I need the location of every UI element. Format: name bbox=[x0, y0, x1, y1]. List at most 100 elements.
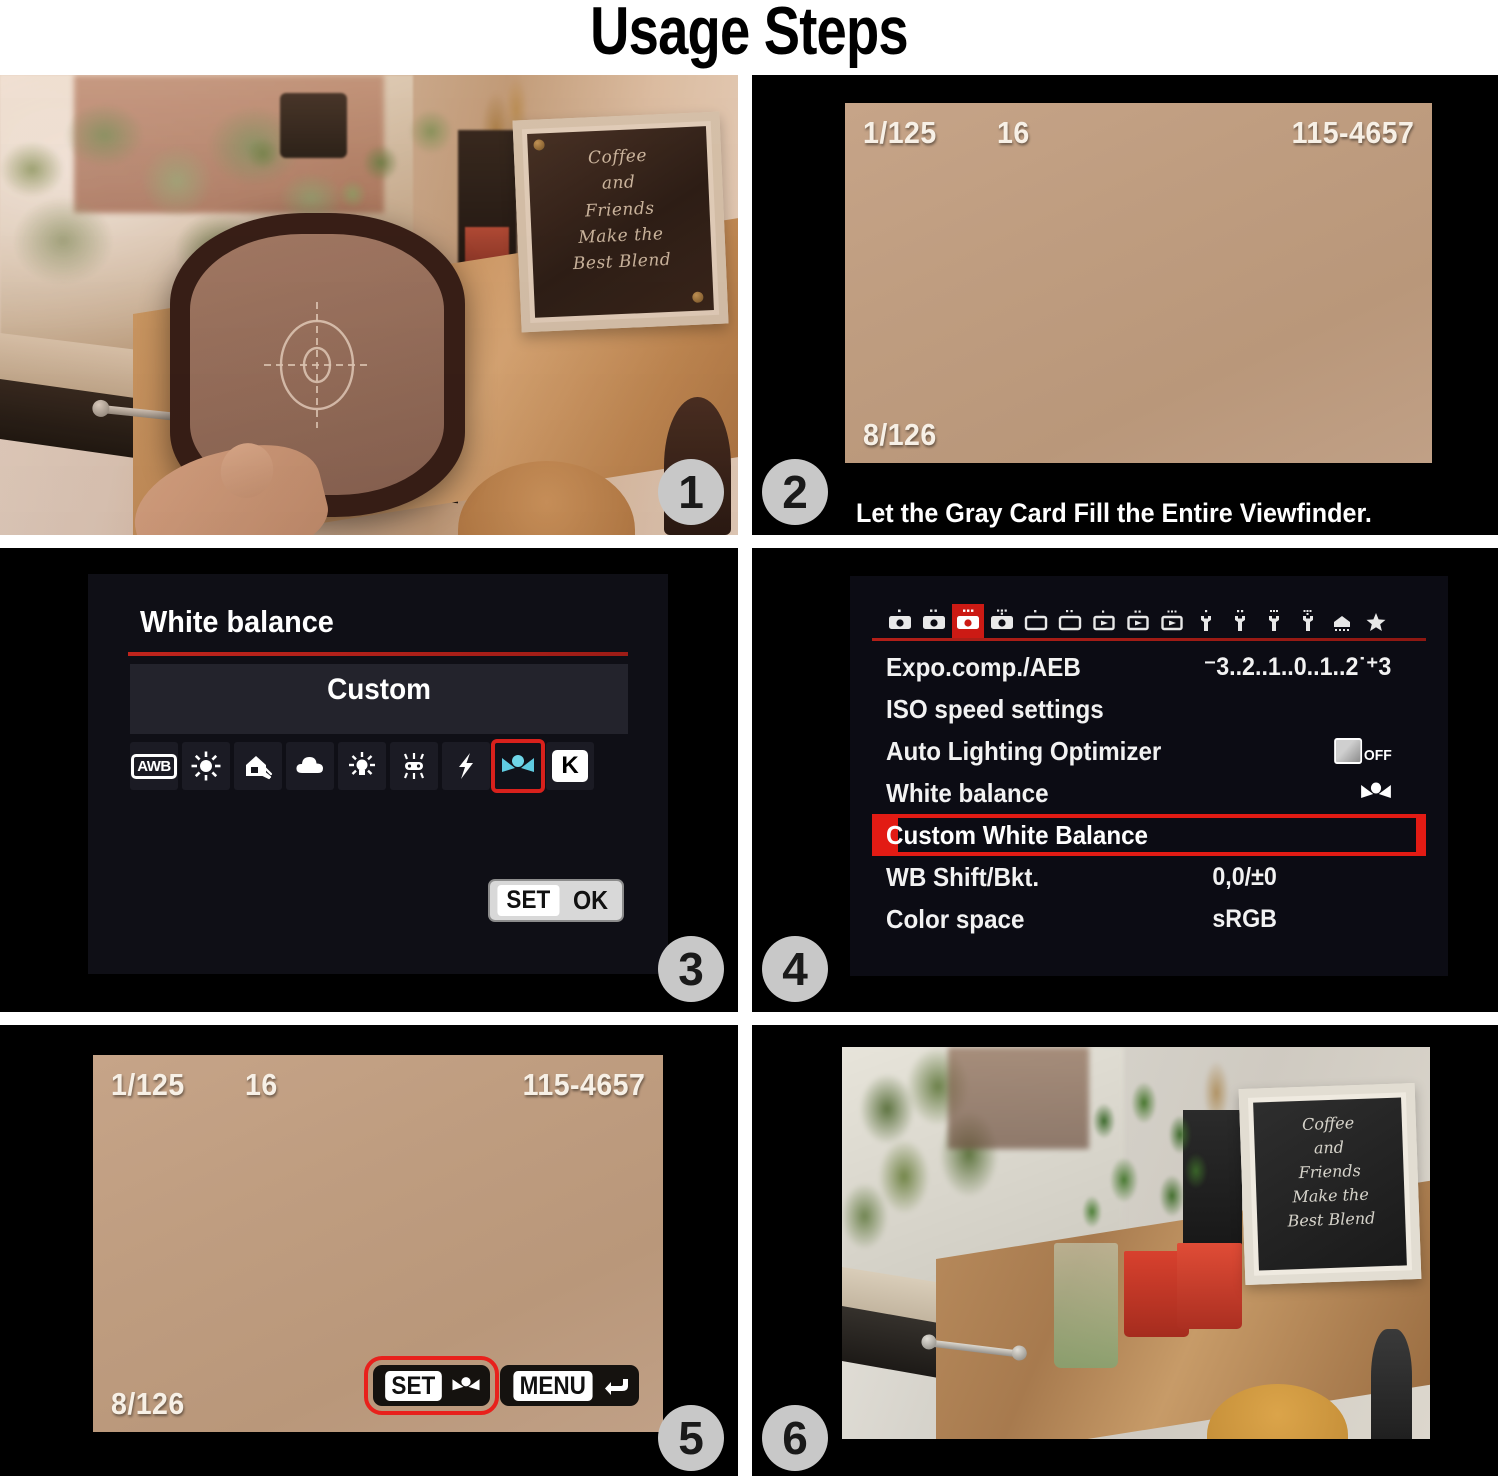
wrench-icon bbox=[1269, 610, 1279, 631]
setup-tab-1[interactable] bbox=[1190, 604, 1222, 638]
step-badge-4: 4 bbox=[762, 936, 828, 1002]
menu-back-button[interactable]: MENU bbox=[500, 1365, 639, 1406]
crosshair-target-icon bbox=[264, 301, 371, 428]
playback-icon bbox=[1127, 610, 1149, 631]
shade-icon bbox=[246, 756, 273, 780]
camera-icon bbox=[1058, 610, 1082, 631]
flash-icon bbox=[459, 753, 473, 779]
corrected-result-photo: Coffee and Friends Make the Best Blend bbox=[842, 1047, 1430, 1439]
menu-key-label: MENU bbox=[513, 1370, 593, 1401]
menu-row-color-space[interactable]: Color space sRGB bbox=[872, 898, 1426, 940]
setup-tab-4[interactable] bbox=[1292, 604, 1324, 638]
menu-label-color-space: Color space bbox=[886, 903, 1025, 934]
custom-functions-icon bbox=[1334, 616, 1350, 631]
viewfinder-screen-5: 1/125 16 115-4657 8/126 SET MENU bbox=[0, 1025, 738, 1476]
shooting-tab-2[interactable] bbox=[918, 604, 950, 638]
step-badge-3: 3 bbox=[658, 936, 724, 1002]
custom-white-balance-icon bbox=[1361, 782, 1391, 798]
viewfinder-button-row: SET MENU bbox=[363, 1356, 639, 1415]
menu-value-wb-shift: 0,0/±0 bbox=[1212, 862, 1277, 891]
wrench-icon bbox=[1303, 610, 1313, 631]
camera-icon bbox=[991, 609, 1013, 629]
white-balance-value-box: Custom bbox=[130, 664, 628, 734]
usage-steps-infographic: Usage Steps Coffee and Friends Make the … bbox=[0, 0, 1498, 1476]
chalkboard-text: Coffee and Friends Make the Best Blend bbox=[572, 146, 672, 275]
wrench-icon bbox=[1201, 610, 1211, 631]
tungsten-icon-cell[interactable] bbox=[338, 742, 386, 790]
shooting-tab-5[interactable] bbox=[1020, 604, 1052, 638]
color-temperature-k-icon-cell[interactable]: K bbox=[546, 742, 594, 790]
glass-jar-vase bbox=[1053, 1243, 1119, 1369]
setup-tab-2[interactable] bbox=[1224, 604, 1256, 638]
menu-row-expo-comp[interactable]: Expo.comp./AEB ⁻3..2..1..0..1..2˙⁺3 bbox=[872, 646, 1426, 688]
playback-tab-2[interactable] bbox=[1122, 604, 1154, 638]
menu-row-auto-lighting-optimizer[interactable]: Auto Lighting Optimizer OFF bbox=[872, 730, 1426, 772]
white-balance-screen: White balance Custom AWB K SET OK bbox=[88, 574, 668, 974]
step-3-panel: White balance Custom AWB K SET OK 3 bbox=[0, 548, 738, 1012]
menu-label-white-balance: White balance bbox=[886, 777, 1049, 808]
set-ok-button[interactable]: SET OK bbox=[488, 879, 624, 922]
shooting-tab-6[interactable] bbox=[1054, 604, 1086, 638]
step-badge-1: 1 bbox=[658, 459, 724, 525]
menu-item-list: Expo.comp./AEB ⁻3..2..1..0..1..2˙⁺3 ISO … bbox=[872, 646, 1426, 940]
camera-icon bbox=[889, 609, 911, 629]
menu-label-wb-shift: WB Shift/Bkt. bbox=[886, 861, 1040, 892]
menu-value-white-balance bbox=[1360, 780, 1416, 806]
set-key-label: SET bbox=[384, 1370, 442, 1401]
custom-functions-tab[interactable] bbox=[1326, 604, 1358, 638]
step-5-panel: 1/125 16 115-4657 8/126 SET MENU 5 bbox=[0, 1025, 738, 1476]
playback-tab-1[interactable] bbox=[1088, 604, 1120, 638]
menu-row-custom-white-balance[interactable]: Custom White Balance bbox=[872, 814, 1426, 856]
setup-tab-3[interactable] bbox=[1258, 604, 1290, 638]
awb-icon-cell[interactable]: AWB bbox=[130, 742, 178, 790]
tungsten-icon bbox=[349, 752, 375, 775]
aperture-5: 16 bbox=[245, 1067, 278, 1102]
menu-row-iso-speed[interactable]: ISO speed settings bbox=[872, 688, 1426, 730]
page-title: Usage Steps bbox=[590, 0, 909, 69]
menu-value-auto-lighting-optimizer: OFF bbox=[1334, 738, 1416, 764]
shooting-tab-4[interactable] bbox=[986, 604, 1018, 638]
aperture-2: 16 bbox=[997, 115, 1030, 150]
steps-grid: Coffee and Friends Make the Best Blend 1… bbox=[0, 75, 1498, 1476]
playback-icon bbox=[1161, 610, 1183, 631]
camera-icon-active bbox=[957, 609, 979, 629]
title-underline bbox=[128, 652, 628, 656]
chalkboard-frame: Coffee and Friends Make the Best Blend bbox=[1238, 1083, 1422, 1286]
step-badge-5: 5 bbox=[658, 1405, 724, 1471]
step-6-panel: Coffee and Friends Make the Best Blend 6 bbox=[752, 1025, 1498, 1476]
camera-icon bbox=[923, 609, 945, 629]
menu-row-wb-shift[interactable]: WB Shift/Bkt. 0,0/±0 bbox=[872, 856, 1426, 898]
step-2-caption: Let the Gray Card Fill the Entire Viewfi… bbox=[856, 498, 1372, 528]
shooting-tab-1[interactable] bbox=[884, 604, 916, 638]
shooting-tab-3[interactable] bbox=[952, 604, 984, 638]
chalkboard-frame: Coffee and Friends Make the Best Blend bbox=[512, 111, 728, 333]
step-1-panel: Coffee and Friends Make the Best Blend 1 bbox=[0, 75, 738, 535]
shutter-speed-5: 1/125 bbox=[111, 1067, 185, 1102]
exposure-scale: ⁻3..2..1..0..1..2˙⁺3 bbox=[1204, 653, 1392, 681]
set-key-label: SET bbox=[497, 885, 560, 916]
shade-icon-cell[interactable] bbox=[234, 742, 282, 790]
my-menu-tab[interactable] bbox=[1360, 604, 1392, 638]
menu-label-auto-lighting-optimizer: Auto Lighting Optimizer bbox=[886, 735, 1162, 766]
chalkboard-surface: Coffee and Friends Make the Best Blend bbox=[526, 126, 714, 318]
menu-label-iso-speed: ISO speed settings bbox=[886, 693, 1104, 724]
custom-white-balance-icon bbox=[502, 755, 534, 772]
menu-label-expo-comp: Expo.comp./AEB bbox=[886, 651, 1081, 682]
ok-label: OK bbox=[572, 885, 609, 915]
menu-row-white-balance[interactable]: White balance bbox=[872, 772, 1426, 814]
daylight-icon bbox=[191, 751, 221, 781]
playback-tab-3[interactable] bbox=[1156, 604, 1188, 638]
frame-number-5: 115-4657 bbox=[522, 1067, 645, 1102]
star-icon bbox=[1366, 613, 1386, 631]
step-2-panel: 1/125 16 115-4657 8/126 Let the Gray Car… bbox=[752, 75, 1498, 535]
chalkboard-text: Coffee and Friends Make the Best Blend bbox=[1287, 1113, 1376, 1231]
flash-icon-cell[interactable] bbox=[442, 742, 490, 790]
cloudy-icon-cell[interactable] bbox=[286, 742, 334, 790]
camera-menu-screen: Expo.comp./AEB ⁻3..2..1..0..1..2˙⁺3 ISO … bbox=[850, 576, 1448, 976]
daylight-icon-cell[interactable] bbox=[182, 742, 230, 790]
set-custom-wb-button[interactable]: SET bbox=[363, 1356, 500, 1415]
fluorescent-icon-cell[interactable] bbox=[390, 742, 438, 790]
shot-count-2: 8/126 bbox=[863, 417, 937, 452]
custom-white-balance-icon-cell[interactable] bbox=[491, 739, 545, 793]
menu-value-color-space: sRGB bbox=[1211, 904, 1277, 933]
